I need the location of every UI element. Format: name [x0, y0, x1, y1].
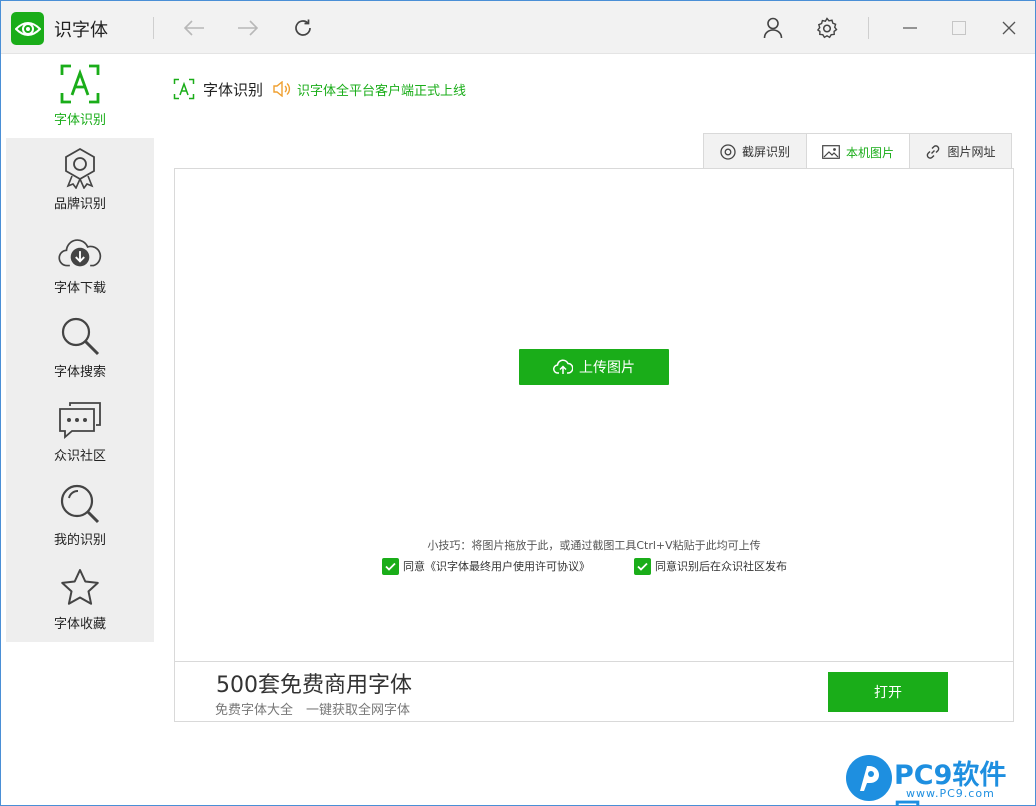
open-button[interactable]: 打开: [828, 672, 948, 712]
title-separator: [868, 17, 869, 39]
minimize-icon: [903, 27, 917, 29]
refresh-button[interactable]: [288, 13, 318, 43]
watermark: PC9软件园 www.PC9.com: [846, 753, 1031, 806]
upload-tip: 小技巧：将图片拖放于此，或通过截图工具Ctrl+V粘贴于此均可上传: [427, 539, 761, 552]
sidebar-item-font-download[interactable]: 字体下载: [6, 222, 154, 306]
checkmark-icon: [634, 557, 651, 575]
sidebar-item-font-favorites[interactable]: 字体收藏: [6, 558, 154, 642]
tab-local-image[interactable]: 本机图片: [806, 133, 910, 170]
upload-drop-zone[interactable]: 上传图片 小技巧：将图片拖放于此，或通过截图工具Ctrl+V粘贴于此均可上传 同…: [174, 168, 1014, 722]
tab-image-url[interactable]: 图片网址: [909, 133, 1012, 169]
title-bar: 识字体: [1, 1, 1035, 54]
cloud-download-icon: [58, 230, 102, 274]
sidebar-item-label: 字体下载: [53, 281, 106, 296]
recognition-tabs: 截屏识别 本机图片 图片网址: [703, 133, 1012, 170]
sidebar: 字体识别 品牌识别 字体下载 字体搜索 众识社区 我的识别 字体收藏: [6, 54, 154, 642]
sidebar-item-label: 字体收藏: [53, 617, 106, 632]
chat-bubbles-icon: [58, 398, 102, 442]
gear-icon: [816, 17, 838, 39]
user-icon: [763, 17, 783, 39]
promo-title: 500套免费商用字体: [216, 673, 412, 698]
watermark-logo-icon: [846, 755, 892, 801]
sidebar-item-my-recognition[interactable]: 我的识别: [6, 474, 154, 558]
settings-button[interactable]: [812, 13, 842, 43]
image-icon: [822, 145, 840, 159]
brand-badge-icon: [58, 146, 102, 190]
close-button[interactable]: [994, 13, 1024, 43]
sidebar-item-font-search[interactable]: 字体搜索: [6, 306, 154, 390]
minimize-button[interactable]: [895, 13, 925, 43]
screenshot-icon: [720, 143, 736, 160]
agree-publish-checkbox[interactable]: 同意识别后在众识社区发布: [634, 557, 787, 575]
font-recognition-icon: [58, 62, 102, 106]
sidebar-item-label: 品牌识别: [53, 197, 106, 212]
my-search-icon: [58, 482, 102, 526]
promo-subtitle: 免费字体大全 一键获取全网字体: [215, 703, 411, 718]
upload-image-button[interactable]: 上传图片: [519, 349, 669, 385]
announcement-link[interactable]: 识字体全平台客户端正式上线: [297, 80, 466, 99]
page-title: 字体识别: [203, 80, 264, 99]
app-title: 识字体: [54, 20, 108, 41]
back-button[interactable]: [179, 13, 209, 43]
agree-publish-label: 同意识别后在众识社区发布: [655, 560, 787, 573]
sidebar-item-label: 字体搜索: [53, 365, 106, 380]
close-icon: [1002, 21, 1016, 35]
tab-label: 截屏识别: [741, 145, 790, 159]
checkmark-icon: [382, 557, 399, 575]
app-window: 识字体 字体识别 品牌识别 字体下载 字体搜索 众识社区 我的识别 字体收藏 字…: [0, 0, 1036, 806]
link-icon: [925, 144, 941, 160]
sidebar-item-font-recognition[interactable]: 字体识别: [6, 54, 154, 138]
panel-divider: [175, 661, 1013, 662]
sidebar-item-community[interactable]: 众识社区: [6, 390, 154, 474]
agree-license-label: 同意《识字体最终用户使用许可协议》: [403, 560, 590, 573]
watermark-url: www.PC9.com: [906, 787, 995, 800]
forward-button[interactable]: [233, 13, 263, 43]
font-recognition-icon: [173, 78, 195, 100]
speaker-icon: [273, 81, 291, 97]
tab-label: 本机图片: [845, 145, 894, 160]
breadcrumb: 字体识别 识字体全平台客户端正式上线: [173, 77, 466, 101]
refresh-icon: [295, 19, 311, 36]
upload-button-label: 上传图片: [579, 360, 635, 376]
arrow-right-icon: [238, 20, 259, 36]
sidebar-item-brand-recognition[interactable]: 品牌识别: [6, 138, 154, 222]
sidebar-item-label: 我的识别: [53, 533, 106, 548]
search-icon: [58, 314, 102, 358]
tab-screenshot[interactable]: 截屏识别: [703, 133, 807, 169]
star-icon: [58, 566, 102, 610]
maximize-icon: [952, 21, 966, 35]
tab-label: 图片网址: [947, 145, 996, 159]
user-button[interactable]: [758, 13, 788, 43]
cloud-upload-icon: [553, 359, 573, 374]
app-logo-icon: [11, 12, 44, 45]
sidebar-item-label: 众识社区: [53, 449, 106, 464]
title-separator: [153, 17, 154, 39]
maximize-button[interactable]: [944, 13, 974, 43]
agree-license-checkbox[interactable]: 同意《识字体最终用户使用许可协议》: [382, 557, 590, 575]
arrow-left-icon: [183, 20, 204, 36]
sidebar-item-label: 字体识别: [53, 113, 106, 128]
